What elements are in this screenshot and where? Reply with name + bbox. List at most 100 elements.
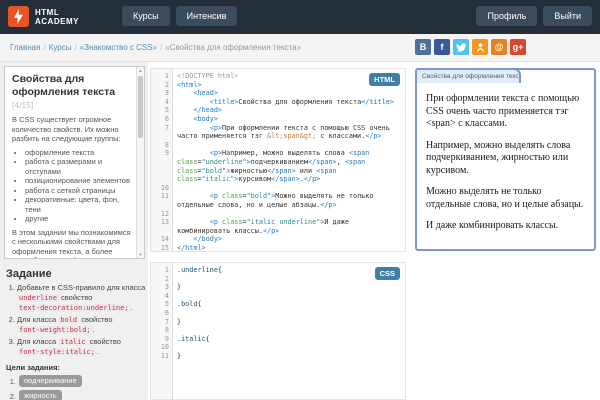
googleplus-icon[interactable]: g+: [510, 39, 526, 55]
line-number: 11: [151, 352, 173, 361]
css-badge: CSS: [375, 267, 400, 280]
theory-bullet: работа с размерами и отступами: [25, 157, 132, 176]
line-number: 8: [151, 326, 173, 335]
nav-button-0[interactable]: Курсы: [122, 6, 170, 26]
breadcrumb-item-0[interactable]: Главная: [10, 43, 40, 52]
code-text: .underline{: [173, 266, 405, 275]
code-text: <head>: [173, 89, 405, 98]
nav-right-button-1[interactable]: Выйти: [543, 6, 592, 26]
task-code-snippet: font-weight:bold;: [17, 326, 93, 334]
html-editor[interactable]: 1<!DOCTYPE html>2<html>3 <head>4 <title>…: [150, 68, 406, 252]
task-title: Задание: [6, 268, 146, 280]
twitter-icon[interactable]: [453, 39, 469, 55]
browser-preview: Свойства для оформления текста При оформ…: [415, 68, 596, 251]
line-number: 14: [151, 235, 173, 244]
code-line: 2: [151, 275, 405, 284]
line-number: 10: [151, 184, 173, 193]
theory-scrollbar[interactable]: ▲ ▼: [136, 67, 144, 258]
facebook-icon[interactable]: f: [434, 39, 450, 55]
line-number: 6: [151, 115, 173, 124]
breadcrumb-item-2[interactable]: «Знакомство с CSS»: [80, 43, 157, 52]
goal-number: 1.: [6, 377, 16, 386]
code-line: 2<html>: [151, 81, 405, 90]
vk-icon[interactable]: В: [415, 39, 431, 55]
task-text: .: [131, 303, 133, 312]
code-text: }: [173, 352, 405, 361]
scroll-up-icon[interactable]: ▲: [137, 68, 144, 73]
code-text: </body>: [173, 235, 405, 244]
breadcrumb-separator: /: [74, 43, 76, 52]
task-step-2: Для класса bold свойство font-weight:bol…: [17, 315, 146, 335]
code-line: 7}: [151, 318, 405, 327]
html-editor-lines: 1<!DOCTYPE html>2<html>3 <head>4 <title>…: [151, 69, 405, 252]
line-number: 1: [151, 266, 173, 275]
code-text: [173, 326, 405, 335]
task-code-snippet: underline: [17, 294, 59, 302]
code-text: [173, 184, 405, 193]
goals-title: Цели задания:: [6, 363, 146, 372]
theory-bullet-list: оформление текстаработа с размерами и от…: [25, 148, 132, 224]
code-text: [173, 343, 405, 352]
odnoklassniki-icon[interactable]: [472, 39, 488, 55]
theory-panel: Свойства для оформления текста [4/15] В …: [4, 66, 145, 259]
breadcrumb-separator: /: [43, 43, 45, 52]
htmlacademy-shield-icon: [8, 6, 29, 27]
task-text: Для класса: [17, 315, 58, 324]
scrollbar-thumb[interactable]: [138, 76, 143, 138]
code-line: 5 </head>: [151, 106, 405, 115]
code-text: <p>При оформлении текста с помощью CSS о…: [173, 124, 405, 141]
preview-paragraph: При оформлении текста с помощью CSS очен…: [426, 93, 585, 131]
code-line: 5.bold{: [151, 300, 405, 309]
goal-row: 2.жирность: [6, 390, 146, 400]
line-number: 3: [151, 89, 173, 98]
code-text: </head>: [173, 106, 405, 115]
code-line: 11}: [151, 352, 405, 361]
code-text: [173, 141, 405, 150]
mailru-icon[interactable]: @: [491, 39, 507, 55]
social-share-icons: Вf @g+: [415, 39, 526, 55]
code-line: 12: [151, 210, 405, 219]
theory-bullet: декоративные: цвета, фон, тени: [25, 195, 132, 214]
line-number: 11: [151, 192, 173, 201]
code-text: }: [173, 318, 405, 327]
code-line: 1<!DOCTYPE html>: [151, 72, 405, 81]
code-line: 7 <p>При оформлении текста с помощью CSS…: [151, 124, 405, 141]
code-text: }: [173, 283, 405, 292]
nav-button-1[interactable]: Интенсив: [176, 6, 238, 26]
code-text: [173, 210, 405, 219]
code-text: <p class="italic underline">И даже комби…: [173, 218, 405, 235]
task-step-3: Для класса italic свойство font-style:it…: [17, 337, 146, 357]
theory-paragraph-1: В CSS существует огромное количество сво…: [12, 115, 132, 144]
line-number: 2: [151, 81, 173, 90]
breadcrumb-item-1[interactable]: Курсы: [49, 43, 72, 52]
code-text: <body>: [173, 115, 405, 124]
nav-right-button-0[interactable]: Профиль: [476, 6, 537, 26]
css-editor[interactable]: 1.underline{23}45.bold{67}89.italic{1011…: [150, 262, 406, 400]
code-text: [173, 309, 405, 318]
code-line: 9 <p>Например, можно выделять слова <spa…: [151, 149, 405, 183]
task-text: свойство: [79, 315, 112, 324]
top-navbar: HTML ACADEMY Курсы Интенсив Профиль Выйти: [0, 0, 600, 34]
code-line: 13 <p class="italic underline">И даже ко…: [151, 218, 405, 235]
task-code-snippet: bold: [58, 316, 79, 324]
code-text: </html>: [173, 244, 405, 252]
task-step-1: Добавьте в CSS-правило для класса underl…: [17, 283, 146, 313]
code-line: 9.italic{: [151, 335, 405, 344]
code-text: <p>Например, можно выделять слова <span …: [173, 149, 405, 183]
preview-content: При оформлении текста с помощью CSS очен…: [417, 85, 594, 249]
code-line: 6 <body>: [151, 115, 405, 124]
task-code-snippet: text-decoration:underline;: [17, 304, 131, 312]
code-line: 11 <p class="bold">Можно выделять не тол…: [151, 192, 405, 209]
htmlacademy-logo[interactable]: HTML ACADEMY: [8, 6, 79, 27]
scroll-down-icon[interactable]: ▼: [137, 252, 144, 257]
breadcrumb: Главная/Курсы/«Знакомство с CSS»/«Свойст…: [10, 43, 301, 52]
line-number: 4: [151, 292, 173, 301]
line-number: 2: [151, 275, 173, 284]
theory-bullet: позиционирование элементов: [25, 176, 132, 186]
preview-paragraph: Например, можно выделять слова подчеркив…: [426, 140, 585, 178]
htmlacademy-logo-text: HTML ACADEMY: [35, 8, 79, 26]
preview-paragraph: И даже комбинировать классы.: [426, 220, 585, 233]
line-number: 9: [151, 335, 173, 344]
code-line: 8: [151, 141, 405, 150]
code-line: 3}: [151, 283, 405, 292]
